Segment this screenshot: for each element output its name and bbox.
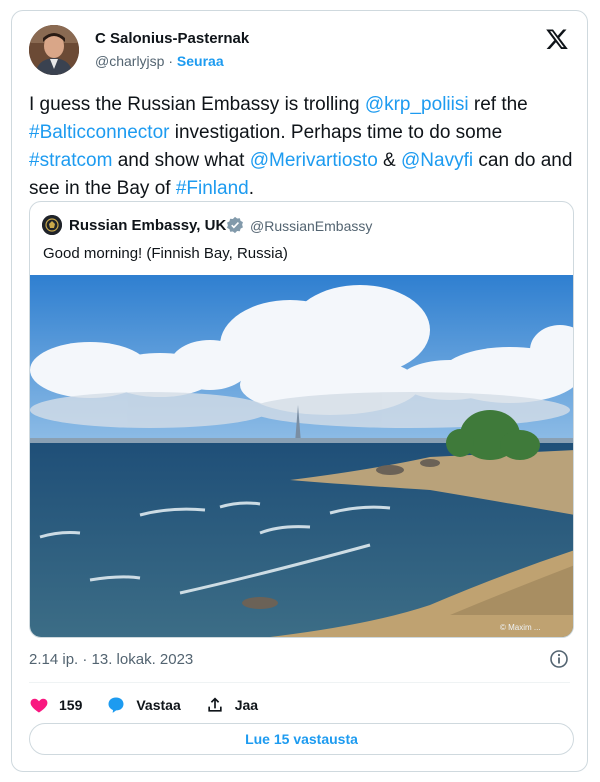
quoted-photo[interactable]: © Maxim ... — [30, 275, 574, 637]
tweet-timestamp[interactable]: 2.14 ip. · 13. lokak. 2023 — [29, 651, 193, 668]
hashtag-link[interactable]: #Finland — [176, 178, 249, 199]
tweet-card: C Salonius-Pasternak @charlyjsp · Seuraa… — [11, 10, 588, 772]
mention-link[interactable]: @Navyfi — [401, 150, 473, 171]
like-button[interactable]: 159 — [29, 695, 82, 715]
share-label: Jaa — [234, 697, 259, 713]
share-button[interactable]: Jaa — [205, 695, 258, 715]
tweet-text-segment: . — [248, 178, 254, 199]
quoted-tweet[interactable]: Russian Embassy, UK @RussianEmbassy Good… — [29, 201, 574, 638]
tweet-text-segment: ref the — [468, 94, 528, 115]
reply-button[interactable]: Vastaa — [106, 695, 181, 715]
like-count: 159 — [59, 697, 83, 713]
separator-dot: · — [168, 53, 174, 69]
quoted-author-name[interactable]: Russian Embassy, UK — [69, 217, 226, 234]
author-handle[interactable]: @charlyjsp — [95, 53, 164, 69]
tweet-text-segment: I guess the Russian Embassy is trolling — [29, 94, 365, 115]
author-name[interactable]: C Salonius-Pasternak — [95, 30, 249, 47]
quoted-avatar[interactable] — [42, 215, 62, 235]
verified-badge-icon — [227, 216, 243, 234]
read-replies-button[interactable]: Lue 15 vastausta — [29, 723, 574, 755]
action-bar: 159 Vastaa Jaa — [29, 691, 282, 719]
tweet-text-segment: & — [377, 150, 402, 171]
tweet-text-segment: and show what — [112, 150, 250, 171]
mention-link[interactable]: @Merivartiosto — [250, 150, 378, 171]
author-handle-row: @charlyjsp · Seuraa — [95, 53, 224, 69]
share-icon — [208, 697, 222, 712]
quoted-author-handle[interactable]: @RussianEmbassy — [250, 218, 372, 234]
follow-button[interactable]: Seuraa — [177, 53, 224, 69]
hashtag-link[interactable]: #Balticconnector — [29, 122, 169, 143]
divider — [29, 682, 570, 683]
quoted-text: Good morning! (Finnish Bay, Russia) — [43, 245, 288, 262]
mention-link[interactable]: @krp_poliisi — [365, 94, 469, 115]
author-avatar[interactable] — [29, 25, 79, 75]
reply-label: Vastaa — [136, 697, 181, 713]
photo-watermark: © Maxim ... — [500, 623, 541, 632]
tweet-text: I guess the Russian Embassy is trolling … — [29, 91, 574, 203]
reply-bubble-icon — [108, 697, 124, 713]
info-icon[interactable] — [549, 649, 569, 669]
x-logo-icon[interactable] — [545, 27, 569, 51]
heart-icon — [30, 698, 48, 713]
tweet-text-segment: investigation. Perhaps time to do some — [169, 122, 503, 143]
hashtag-link[interactable]: #stratcom — [29, 150, 112, 171]
